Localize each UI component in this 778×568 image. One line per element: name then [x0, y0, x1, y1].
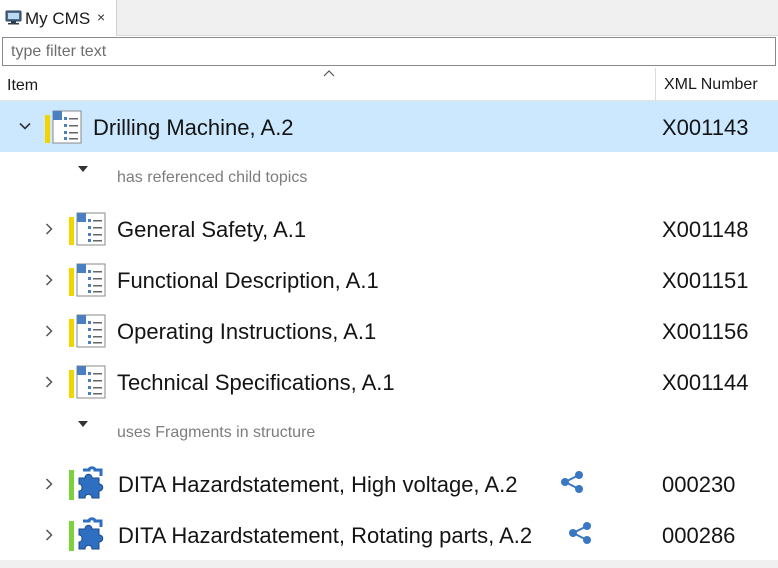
- column-header-xml-number[interactable]: XML Number: [656, 68, 778, 100]
- chevron-right-icon[interactable]: [43, 274, 55, 286]
- document-topic-icon: [69, 313, 107, 349]
- puzzle-fragment-icon: [69, 517, 107, 553]
- column-xml-label: XML Number: [664, 76, 758, 93]
- chevron-down-icon[interactable]: [19, 120, 31, 132]
- puzzle-fragment-icon: [69, 466, 107, 502]
- share-icon: [567, 521, 595, 545]
- horizontal-scrollbar[interactable]: [0, 560, 778, 568]
- cms-view-icon: [5, 10, 22, 25]
- tab-bar: My CMS ×: [0, 0, 778, 36]
- column-item-label: Item: [7, 77, 39, 94]
- item-name: DITA Hazardstatement, High voltage, A.2: [118, 472, 518, 497]
- document-topic-icon: [69, 211, 107, 247]
- item-name: Functional Description, A.1: [117, 268, 379, 293]
- tree-row[interactable]: DITA Hazardstatement, Rotating parts, A.…: [0, 509, 778, 560]
- tree-row[interactable]: Functional Description, A.1 X001151: [0, 254, 778, 305]
- chevron-right-icon[interactable]: [43, 529, 55, 541]
- document-topic-icon: [69, 262, 107, 298]
- xml-number: X001143: [662, 115, 749, 140]
- column-header-item[interactable]: Item: [0, 68, 656, 100]
- document-topic-icon: [69, 364, 107, 400]
- triangle-down-icon[interactable]: [78, 164, 88, 175]
- sort-ascending-icon: [323, 66, 335, 80]
- xml-number: X001144: [662, 370, 749, 395]
- filter-box: [2, 37, 776, 66]
- item-name: Technical Specifications, A.1: [117, 370, 395, 395]
- group-label: uses Fragments in structure: [117, 424, 316, 441]
- xml-number: X001156: [662, 319, 749, 344]
- tab-my-cms[interactable]: My CMS ×: [0, 0, 117, 36]
- tab-label: My CMS: [25, 9, 91, 28]
- chevron-right-icon[interactable]: [43, 223, 55, 235]
- chevron-right-icon[interactable]: [43, 325, 55, 337]
- close-icon[interactable]: ×: [97, 9, 105, 25]
- triangle-down-icon[interactable]: [78, 419, 88, 430]
- group-referenced-child-topics[interactable]: has referenced child topics: [0, 152, 778, 203]
- tree-row[interactable]: Operating Instructions, A.1 X001156: [0, 305, 778, 356]
- document-topic-icon: [45, 109, 83, 145]
- column-header: Item XML Number: [0, 68, 778, 101]
- xml-number: 000286: [662, 523, 736, 548]
- item-name: DITA Hazardstatement, Rotating parts, A.…: [118, 523, 533, 548]
- group-fragments-in-structure[interactable]: uses Fragments in structure: [0, 407, 778, 458]
- tree-row[interactable]: Technical Specifications, A.1 X001144: [0, 356, 778, 407]
- xml-number: 000230: [662, 472, 736, 497]
- share-icon: [559, 470, 587, 494]
- filter-input[interactable]: [3, 38, 775, 65]
- tree-view: Drilling Machine, A.2 X001143 has refere…: [0, 101, 778, 568]
- tree-row-root[interactable]: Drilling Machine, A.2 X001143: [0, 101, 778, 152]
- chevron-right-icon[interactable]: [43, 478, 55, 490]
- item-name: Drilling Machine, A.2: [93, 115, 294, 140]
- tree-row[interactable]: General Safety, A.1 X001148: [0, 203, 778, 254]
- tree-row[interactable]: DITA Hazardstatement, High voltage, A.2 …: [0, 458, 778, 509]
- item-name: General Safety, A.1: [117, 217, 307, 242]
- item-name: Operating Instructions, A.1: [117, 319, 377, 344]
- xml-number: X001151: [662, 268, 749, 293]
- group-label: has referenced child topics: [117, 169, 308, 186]
- chevron-right-icon[interactable]: [43, 376, 55, 388]
- xml-number: X001148: [662, 217, 749, 242]
